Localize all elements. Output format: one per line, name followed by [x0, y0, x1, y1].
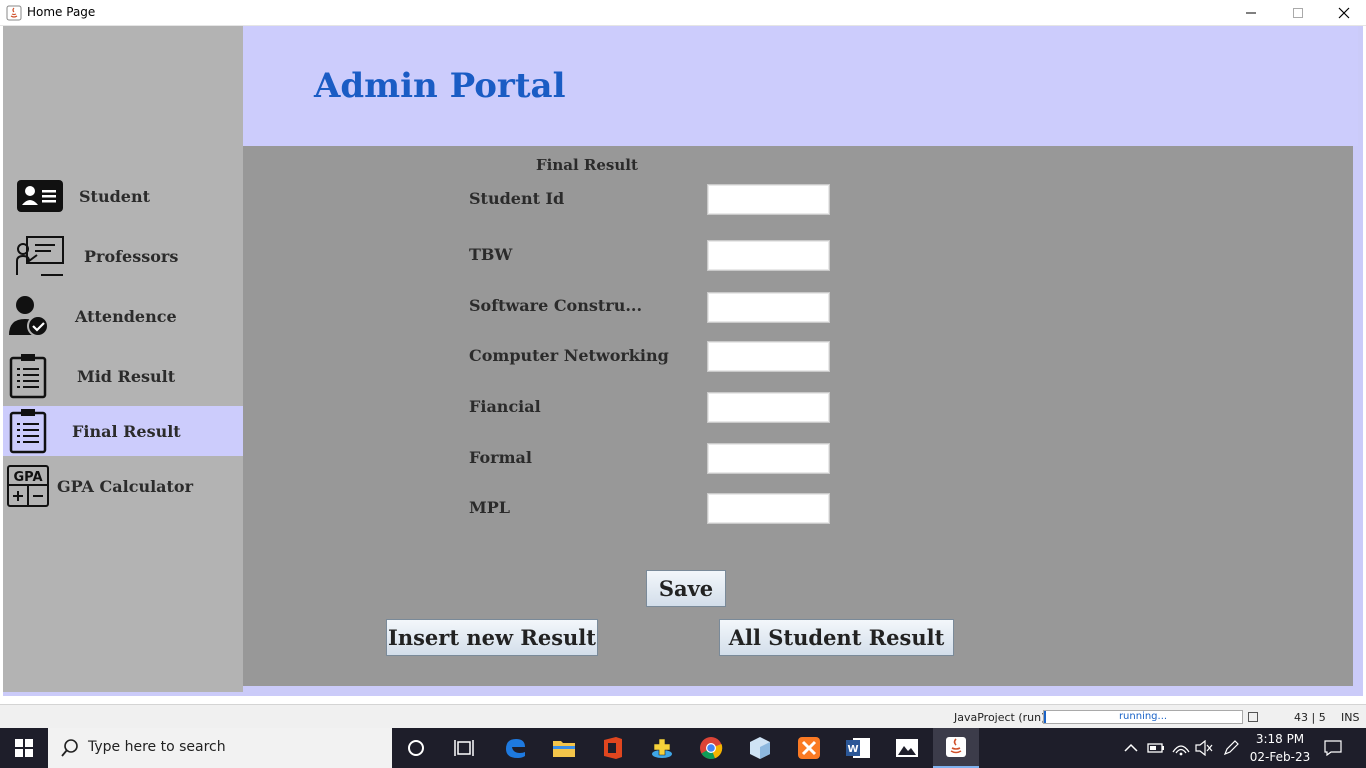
sidebar-item-label: GPA Calculator	[57, 477, 194, 496]
sidebar-item-final-result[interactable]: Final Result	[3, 406, 243, 456]
sidebar-item-label: Final Result	[72, 422, 181, 441]
mpl-field[interactable]	[707, 493, 830, 524]
stop-icon[interactable]	[1248, 712, 1258, 722]
start-button[interactable]	[0, 728, 48, 768]
financial-field[interactable]	[707, 392, 830, 423]
window-title: Home Page	[27, 5, 96, 19]
battery-icon[interactable]	[1147, 728, 1165, 768]
file-explorer-icon[interactable]	[549, 733, 579, 763]
svg-text:W: W	[847, 744, 858, 755]
computer-networking-field[interactable]	[707, 341, 830, 372]
tbw-field[interactable]	[707, 240, 830, 271]
gpa-calculator-icon: GPA	[7, 465, 49, 507]
svg-text:GPA: GPA	[13, 470, 42, 485]
project-run-label: JavaProject (run)	[954, 711, 1046, 724]
sidebar-item-label: Attendence	[75, 307, 177, 326]
java-app-icon	[6, 5, 22, 21]
professor-board-icon	[16, 236, 64, 276]
header: Admin Portal	[243, 26, 1358, 146]
search-placeholder: Type here to search	[88, 739, 226, 755]
office-icon[interactable]	[598, 733, 628, 763]
form-title: Final Result	[536, 156, 638, 174]
software-construction-field[interactable]	[707, 292, 830, 323]
notifications-icon[interactable]	[1324, 728, 1342, 768]
clock-time: 3:18 PM	[1255, 732, 1305, 746]
insert-new-result-button[interactable]: Insert new Result	[386, 619, 598, 656]
financial-label: Fiancial	[469, 397, 541, 416]
taskbar-clock[interactable]: 3:18 PM 02-Feb-23	[1248, 730, 1312, 766]
computer-networking-label: Computer Networking	[469, 346, 669, 365]
chevron-up-icon	[1124, 743, 1138, 752]
insert-mode: INS	[1341, 711, 1360, 724]
student-id-label: Student Id	[469, 189, 565, 208]
sidebar-item-mid-result[interactable]: Mid Result	[3, 351, 243, 401]
run-progress-bar: running...	[1043, 710, 1243, 724]
task-view-icon[interactable]	[449, 733, 479, 763]
close-button[interactable]	[1321, 0, 1366, 26]
sidebar-item-gpa-calculator[interactable]: GPA GPA Calculator	[3, 461, 243, 511]
student-id-card-icon	[17, 180, 63, 212]
taskbar: Type here to search W 3:18 PM 02-Feb-23	[0, 728, 1366, 768]
sidebar-item-student[interactable]: Student	[3, 171, 243, 221]
chrome-icon[interactable]	[696, 733, 726, 763]
tbw-label: TBW	[469, 245, 513, 264]
formal-label: Formal	[469, 448, 532, 467]
progress-text: running...	[1118, 711, 1168, 722]
search-icon	[61, 739, 78, 757]
save-button[interactable]: Save	[646, 570, 726, 607]
formal-field[interactable]	[707, 443, 830, 474]
pen-icon[interactable]	[1222, 728, 1240, 768]
java-app-icon	[946, 737, 966, 757]
caret-position: 43 | 5	[1294, 711, 1326, 724]
xampp-icon[interactable]	[794, 733, 824, 763]
maximize-icon	[1293, 8, 1303, 18]
ide-status-bar: JavaProject (run) running... 43 | 5 INS	[0, 704, 1366, 728]
word-icon[interactable]: W	[843, 733, 873, 763]
mpl-label: MPL	[469, 498, 510, 517]
sidebar-item-label: Student	[79, 187, 150, 206]
sidebar-item-label: Professors	[84, 247, 179, 266]
taskbar-search-box[interactable]: Type here to search	[48, 728, 392, 768]
all-student-result-button[interactable]: All Student Result	[719, 619, 954, 656]
volume-muted-icon[interactable]	[1195, 728, 1213, 768]
maximize-button[interactable]	[1275, 0, 1321, 26]
minimize-icon	[1246, 12, 1256, 14]
show-hidden-icons[interactable]	[1124, 728, 1138, 768]
cortana-icon[interactable]	[401, 733, 431, 763]
student-id-field[interactable]	[707, 184, 830, 215]
window-title-bar: Home Page	[0, 0, 1366, 26]
page-title: Admin Portal	[314, 66, 566, 106]
cube-app-icon[interactable]	[745, 733, 775, 763]
attendance-check-icon	[9, 296, 49, 337]
app-plus-icon[interactable]	[647, 733, 677, 763]
photos-icon[interactable]	[892, 733, 922, 763]
wifi-icon[interactable]	[1172, 728, 1190, 768]
software-construction-label: Software Constru...	[469, 296, 643, 315]
sidebar-item-attendence[interactable]: Attendence	[3, 291, 243, 341]
clock-date: 02-Feb-23	[1249, 750, 1311, 764]
taskbar-active-java-app[interactable]	[933, 728, 979, 768]
sidebar-item-professors[interactable]: Professors	[3, 231, 243, 281]
minimize-button[interactable]	[1228, 0, 1274, 26]
clipboard-list-icon	[9, 354, 47, 399]
edge-browser-icon[interactable]	[500, 733, 530, 763]
close-icon	[1338, 7, 1350, 19]
windows-logo-icon	[15, 739, 33, 757]
clipboard-list-icon	[9, 409, 47, 454]
sidebar-item-label: Mid Result	[77, 367, 176, 386]
